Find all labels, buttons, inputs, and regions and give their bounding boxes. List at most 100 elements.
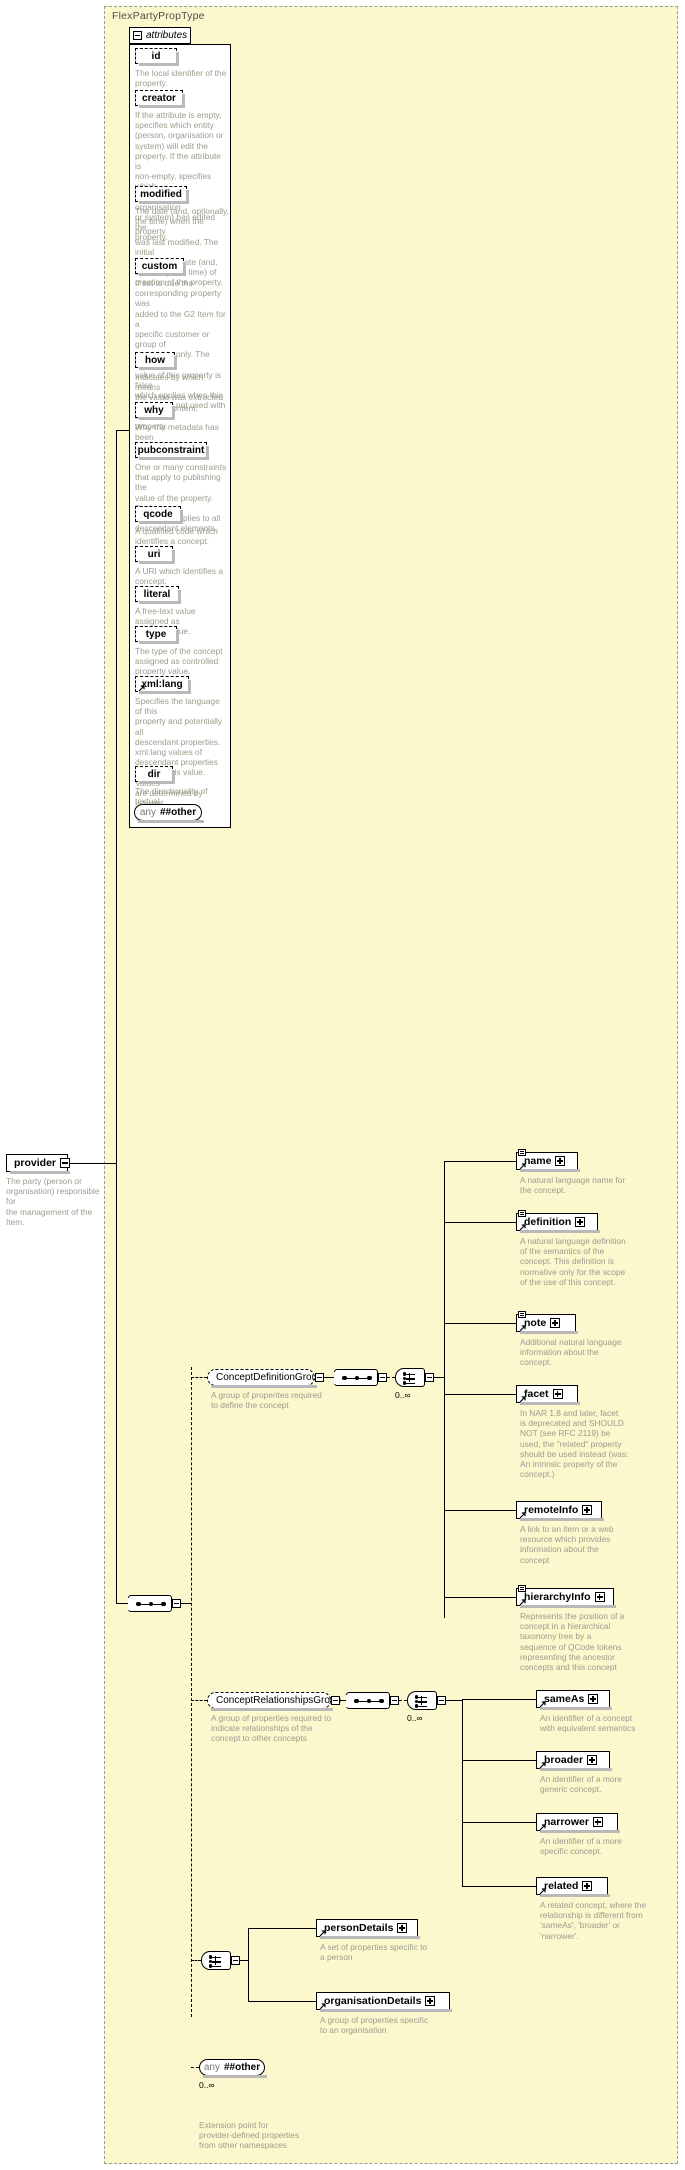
expand-icon[interactable] <box>552 1389 563 1399</box>
box-shadow <box>203 2075 267 2078</box>
attribute-why[interactable]: why <box>135 402 175 420</box>
attribute-id[interactable]: id <box>135 48 179 66</box>
attribute-pubconstraint[interactable]: pubconstraint <box>135 442 209 460</box>
connector <box>181 1603 191 1604</box>
collapse-icon[interactable] <box>60 1158 71 1168</box>
expand-icon[interactable] <box>582 1505 593 1515</box>
sequence-collapse-icon[interactable] <box>378 1373 387 1382</box>
box-shadow <box>540 1707 612 1710</box>
element-facet[interactable]: facet <box>516 1385 580 1405</box>
connector <box>248 1928 249 2001</box>
connector-dashed <box>191 1377 207 1378</box>
group-collapse-icon[interactable] <box>331 1696 340 1705</box>
expand-icon[interactable] <box>575 1217 586 1227</box>
element-definition[interactable]: definition <box>516 1210 600 1233</box>
choice-collapse-icon[interactable] <box>231 1956 240 1965</box>
box-shadow <box>540 1768 612 1771</box>
box-shadow <box>178 590 181 604</box>
expand-icon[interactable] <box>587 1755 598 1765</box>
box-shadow <box>180 510 183 524</box>
sequence-dot <box>136 1601 141 1607</box>
element-doc: Additional natural language information … <box>520 1337 622 1368</box>
choice-collapse-icon[interactable] <box>437 1696 446 1705</box>
group-conceptdefinitiongroup[interactable]: ConceptDefinitionGroup <box>207 1369 323 1388</box>
element-doc: A natural language definition of the sem… <box>520 1236 626 1287</box>
any-attribute-other[interactable]: any ##other <box>134 804 204 823</box>
connector-dashed <box>387 1377 395 1378</box>
attribute-modified[interactable]: modified <box>135 186 189 204</box>
attribute-xml-lang[interactable]: xml:lang <box>135 676 191 694</box>
documentation-icon <box>518 1149 526 1156</box>
attributes-header[interactable]: attributes <box>129 27 191 44</box>
any-element-other[interactable]: any ##other <box>199 2059 267 2078</box>
expand-icon[interactable] <box>592 1817 603 1827</box>
expand-icon[interactable] <box>397 1923 408 1933</box>
attribute-name: custom <box>141 260 178 272</box>
choice-compositor-details[interactable] <box>201 1951 231 1970</box>
connector <box>116 1603 128 1604</box>
expand-icon[interactable] <box>582 1881 593 1891</box>
element-remoteinfo[interactable]: remoteInfo <box>516 1501 604 1521</box>
element-name[interactable]: name <box>516 1149 580 1172</box>
attribute-custom[interactable]: custom <box>135 258 186 276</box>
attribute-creator[interactable]: creator <box>135 90 185 108</box>
expand-icon[interactable] <box>594 1592 605 1602</box>
group-doc: A group of properties required to indica… <box>211 1713 332 1744</box>
occurrence-label: 0..∞ <box>407 1713 423 1723</box>
sequence-collapse-icon[interactable] <box>390 1696 399 1705</box>
connector <box>116 1163 117 1603</box>
box-shadow <box>182 94 185 108</box>
element-persondetails[interactable]: personDetails <box>316 1919 420 1939</box>
attribute-qcode[interactable]: qcode <box>135 506 183 524</box>
expand-icon[interactable] <box>550 1318 561 1328</box>
connector-dashed <box>399 1700 407 1701</box>
element-related[interactable]: related <box>536 1877 610 1897</box>
expand-icon[interactable] <box>425 1996 436 2006</box>
choice-compositor-relationships[interactable] <box>407 1691 437 1710</box>
choice-spine <box>409 1373 411 1382</box>
choice-line <box>418 1701 427 1703</box>
attribute-name: dir <box>147 768 161 780</box>
attribute-name: why <box>144 404 164 416</box>
box-shadow <box>520 1169 580 1172</box>
element-hierarchyinfo[interactable]: hierarchyInfo <box>516 1585 616 1608</box>
element-name: provider <box>14 1157 57 1169</box>
box-shadow <box>139 521 183 524</box>
connector <box>446 1700 462 1701</box>
documentation-icon <box>518 1585 526 1592</box>
reference-arrow-icon <box>539 1824 546 1831</box>
attribute-how[interactable]: how <box>135 352 177 370</box>
element-sameas[interactable]: sameAs <box>536 1690 612 1710</box>
element-broader[interactable]: broader <box>536 1751 612 1771</box>
element-organisationdetails[interactable]: organisationDetails <box>316 1992 452 2012</box>
box-shadow <box>540 1894 610 1897</box>
reference-arrow-icon <box>519 1224 526 1231</box>
connector-dashed <box>191 2067 199 2068</box>
attribute-dir[interactable]: dir <box>135 766 175 784</box>
element-note[interactable]: note <box>516 1311 578 1334</box>
box-shadow <box>139 105 185 108</box>
sequence-compositor-definition[interactable] <box>333 1369 378 1386</box>
attribute-uri[interactable]: uri <box>135 546 175 564</box>
sequence-compositor-main[interactable] <box>127 1595 172 1612</box>
element-provider[interactable]: provider <box>6 1154 71 1174</box>
element-doc: Represents the position of a concept in … <box>520 1611 625 1673</box>
group-conceptrelationshipsgroup[interactable]: ConceptRelationshipsGroup <box>207 1692 341 1711</box>
reference-arrow-icon <box>319 1930 326 1937</box>
element-narrower[interactable]: narrower <box>536 1813 620 1833</box>
group-collapse-icon[interactable] <box>315 1373 324 1382</box>
collapse-icon[interactable] <box>133 31 142 40</box>
occurrence-label: 0..∞ <box>395 1390 411 1400</box>
choice-collapse-icon[interactable] <box>425 1373 434 1382</box>
expand-icon[interactable] <box>555 1156 566 1166</box>
connector-dashed <box>191 1700 207 1701</box>
attribute-doc: The local identifier of the property. <box>135 68 227 89</box>
sequence-compositor-relationships[interactable] <box>345 1692 390 1709</box>
attribute-literal[interactable]: literal <box>135 586 181 604</box>
attribute-type[interactable]: type <box>135 626 179 644</box>
expand-icon[interactable] <box>588 1694 599 1704</box>
sequence-expand-icon[interactable] <box>172 1599 181 1608</box>
connector <box>444 1597 516 1598</box>
box-shadow <box>183 262 186 276</box>
choice-compositor-definition[interactable] <box>395 1368 425 1387</box>
